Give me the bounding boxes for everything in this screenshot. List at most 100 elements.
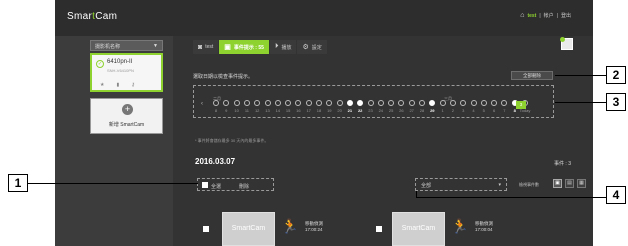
- notification-icon[interactable]: [560, 37, 573, 50]
- date-circle[interactable]: [460, 100, 467, 106]
- plus-icon: +: [122, 104, 133, 115]
- camera-selector[interactable]: 摄影机名称 ▼: [90, 40, 163, 51]
- date-circle[interactable]: [449, 100, 456, 106]
- tab-settings[interactable]: ⚙ 設定: [297, 40, 327, 54]
- date-circle[interactable]: [480, 100, 487, 106]
- date-circle[interactable]: [264, 100, 271, 106]
- date-circle[interactable]: [429, 100, 436, 106]
- motion-icon: 🏃: [281, 218, 299, 234]
- date-circle[interactable]: [336, 100, 343, 106]
- date-circle[interactable]: [326, 100, 333, 106]
- date-circle[interactable]: [243, 100, 250, 106]
- date-circle[interactable]: [346, 100, 353, 106]
- chevron-left-icon[interactable]: ‹: [201, 101, 203, 107]
- event-info: 移動偵測 17:00:24: [305, 221, 323, 233]
- date-circle[interactable]: [285, 100, 292, 106]
- date-circle[interactable]: [254, 100, 261, 106]
- tab-playback[interactable]: ⏵ 播放: [269, 40, 297, 54]
- date-circle[interactable]: [398, 100, 405, 106]
- star-icon[interactable]: ★: [100, 82, 104, 88]
- date-circle[interactable]: [305, 100, 312, 106]
- retention-note: * 事件將會儲存最多 30 天內的最多事件。: [195, 138, 269, 143]
- event-checkbox[interactable]: [203, 226, 209, 232]
- date-circle[interactable]: [491, 100, 498, 106]
- tab-label: 事件提示 : 55: [233, 44, 264, 51]
- event-icon: ▣: [224, 44, 231, 51]
- select-delete-controls: 全選 刪除: [197, 178, 274, 191]
- camera-card[interactable]: ✓ 6410pn-II SNH-V6410PN ★ ▮ ⚷: [90, 53, 163, 92]
- add-camera-button[interactable]: + 新增 SmartCam: [90, 98, 163, 134]
- date-row: 8 9 10 11 12 13 14 15 16 17 18 19 20 21 22 23 24 25 26 27 28…: [213, 100, 533, 116]
- view-count-label: 檢視事件數: [519, 182, 539, 187]
- smartcam-logo: SmartCam: [67, 11, 118, 22]
- date-circle[interactable]: [357, 100, 364, 106]
- date-circle[interactable]: [295, 100, 302, 106]
- delete-button[interactable]: 刪除: [239, 183, 249, 190]
- event-info: 移動偵測 17:00:04: [475, 221, 493, 233]
- event-type-value: 全部: [421, 183, 432, 189]
- select-all-label[interactable]: 全選: [211, 183, 221, 190]
- date-circle[interactable]: [439, 100, 446, 106]
- date-circle[interactable]: [470, 100, 477, 106]
- user-link[interactable]: test: [527, 13, 536, 19]
- account-link[interactable]: 帐户: [544, 12, 554, 19]
- tab-label: test: [205, 44, 214, 50]
- callout-leader: [555, 102, 606, 103]
- tab-events[interactable]: ▣ 事件提示 : 55: [219, 40, 269, 54]
- tab-bar: ◙ test ▣ 事件提示 : 55 ⏵ 播放 ⚙ 設定: [193, 40, 327, 54]
- notification-dot: [560, 37, 565, 42]
- check-circle-icon: ✓: [96, 60, 104, 68]
- callout-3: 3: [606, 93, 626, 111]
- event-thumbnail[interactable]: SmartCam: [392, 212, 445, 246]
- select-all-checkbox[interactable]: [202, 182, 208, 188]
- camera-icon: ◙: [198, 43, 203, 51]
- event-type-select[interactable]: 全部 ▾: [415, 178, 507, 191]
- main-panel: ◙ test ▣ 事件提示 : 55 ⏵ 播放 ⚙ 設定 選取日期以檢查事件提示。 全部…: [173, 36, 593, 246]
- event-count: 事件 : 3: [554, 161, 571, 167]
- date-circle[interactable]: [316, 100, 322, 106]
- separator: |: [556, 12, 558, 19]
- gear-icon: ⚙: [302, 44, 309, 51]
- callout-2: 2: [606, 66, 626, 84]
- date-circle[interactable]: [223, 100, 230, 106]
- event-checkbox[interactable]: [376, 226, 382, 232]
- date-circle[interactable]: [377, 100, 384, 106]
- app-window: SmartCam ⌂ test | 帐户 | 登出 摄影机名称 ▼ ✓ 6410…: [55, 0, 593, 246]
- camera-name: 6410pn-II: [107, 59, 133, 65]
- trash-icon[interactable]: ▮: [116, 82, 119, 88]
- view-medium-button[interactable]: ▤: [565, 179, 574, 188]
- date-circle[interactable]: [388, 100, 395, 106]
- home-icon[interactable]: ⌂: [520, 12, 524, 19]
- logout-link[interactable]: 登出: [561, 12, 571, 19]
- motion-icon: 🏃: [451, 218, 469, 234]
- sidebar: 摄影机名称 ▼ ✓ 6410pn-II SNH-V6410PN ★ ▮ ⚷ + …: [55, 36, 173, 246]
- date-circle[interactable]: [419, 100, 425, 106]
- view-small-button[interactable]: ▦: [577, 179, 586, 188]
- date-circle[interactable]: [233, 100, 240, 106]
- view-large-button[interactable]: ▣: [553, 179, 562, 188]
- date-circle[interactable]: [408, 100, 415, 106]
- date-circle[interactable]: [274, 100, 281, 106]
- add-camera-label: 新增 SmartCam: [108, 122, 145, 128]
- callout-1: 1: [8, 174, 28, 192]
- tab-camera[interactable]: ◙ test: [193, 40, 219, 54]
- timeline-title: 選取日期以檢查事件提示。: [193, 74, 254, 80]
- event-thumbnail[interactable]: SmartCam: [222, 212, 275, 246]
- date-circle[interactable]: [367, 100, 374, 106]
- callout-leader: [28, 183, 198, 184]
- play-icon: ⏵: [274, 43, 279, 50]
- chevron-down-icon: ▼: [153, 43, 158, 49]
- top-links: ⌂ test | 帐户 | 登出: [520, 12, 571, 19]
- date-timeline: 二月 三月 ‹ 8 9 10 11 12 13 14 15 16 17 18 19 20 21 22 23 24…: [193, 85, 554, 118]
- event-badge: 3: [516, 101, 526, 109]
- chevron-down-icon: ▾: [498, 182, 501, 188]
- key-icon[interactable]: ⚷: [131, 82, 135, 88]
- tab-label: 播放: [281, 44, 292, 51]
- callout-leader: [555, 75, 606, 76]
- event-time: 17:00:04: [475, 227, 493, 232]
- callout-leader: [416, 197, 606, 198]
- date-circle[interactable]: [501, 100, 508, 106]
- delete-all-button[interactable]: 全部刪除: [511, 71, 553, 80]
- top-bar: SmartCam ⌂ test | 帐户 | 登出: [55, 0, 593, 36]
- date-circle[interactable]: [213, 100, 219, 106]
